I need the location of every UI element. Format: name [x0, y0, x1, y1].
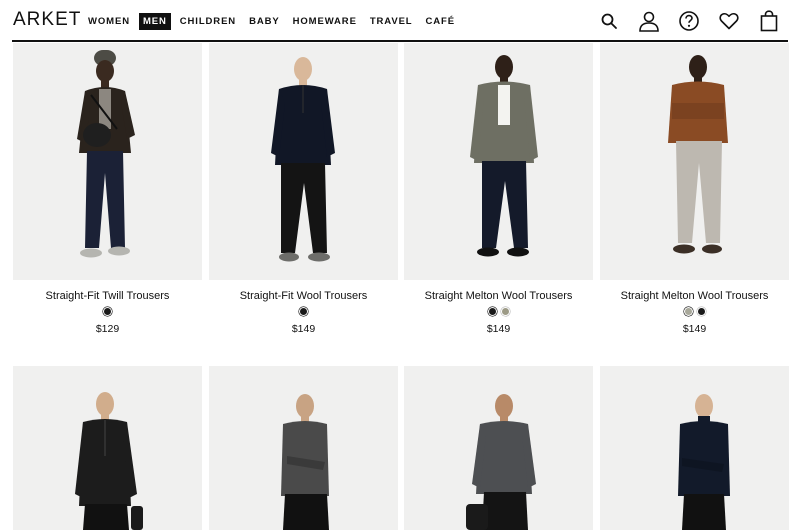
- product-image[interactable]: [600, 43, 789, 280]
- nav-item-women[interactable]: WOMEN: [84, 13, 134, 30]
- product-card[interactable]: [13, 366, 202, 530]
- product-image[interactable]: [13, 43, 202, 280]
- product-image[interactable]: [404, 43, 593, 280]
- brand-logo[interactable]: ARKET: [13, 9, 81, 31]
- color-swatch[interactable]: [684, 308, 692, 315]
- color-swatch[interactable]: [104, 308, 111, 315]
- help-icon[interactable]: [676, 8, 702, 34]
- product-price: $149: [682, 323, 707, 335]
- product-image[interactable]: [600, 366, 789, 530]
- product-image[interactable]: [209, 43, 398, 280]
- product-name[interactable]: Straight Melton Wool Trousers: [600, 290, 789, 302]
- color-swatch[interactable]: [488, 308, 496, 315]
- bag-icon[interactable]: [756, 8, 782, 34]
- header-divider: [12, 40, 788, 42]
- nav-item-men[interactable]: MEN: [138, 13, 171, 30]
- product-price: $129: [95, 323, 120, 335]
- product-image[interactable]: [13, 366, 202, 530]
- product-card[interactable]: Straight Melton Wool Trousers $149: [404, 43, 593, 335]
- color-swatches: [209, 308, 398, 316]
- site-header: ARKET WOMEN MEN CHILDREN BABY HOMEWARE T…: [0, 0, 800, 42]
- product-name[interactable]: Straight-Fit Wool Trousers: [209, 290, 398, 302]
- product-card[interactable]: Straight-Fit Wool Trousers $149: [209, 43, 398, 335]
- nav-item-baby[interactable]: BABY: [245, 13, 284, 30]
- product-card[interactable]: [600, 366, 789, 530]
- color-swatch[interactable]: [697, 308, 705, 315]
- product-price: $149: [486, 323, 511, 335]
- product-name[interactable]: Straight-Fit Twill Trousers: [13, 290, 202, 302]
- nav-item-travel[interactable]: TRAVEL: [366, 13, 417, 30]
- product-image[interactable]: [209, 366, 398, 530]
- product-card[interactable]: [209, 366, 398, 530]
- color-swatches: [404, 308, 593, 316]
- nav-item-cafe[interactable]: CAFÉ: [422, 13, 459, 30]
- main-nav: WOMEN MEN CHILDREN BABY HOMEWARE TRAVEL …: [84, 13, 464, 30]
- wishlist-icon[interactable]: [716, 8, 742, 34]
- product-price: $149: [291, 323, 316, 335]
- product-card[interactable]: Straight Melton Wool Trousers $149: [600, 43, 789, 335]
- product-image[interactable]: [404, 366, 593, 530]
- header-actions: [582, 8, 782, 34]
- product-name[interactable]: Straight Melton Wool Trousers: [404, 290, 593, 302]
- product-card[interactable]: [404, 366, 593, 530]
- product-card[interactable]: Straight-Fit Twill Trousers $129: [13, 43, 202, 335]
- color-swatch[interactable]: [300, 308, 307, 315]
- color-swatches: [13, 308, 202, 316]
- search-icon[interactable]: [596, 8, 622, 34]
- nav-item-homeware[interactable]: HOMEWARE: [289, 13, 361, 30]
- color-swatches: [600, 308, 789, 316]
- account-icon[interactable]: [636, 8, 662, 34]
- color-swatch[interactable]: [501, 308, 509, 315]
- nav-item-children[interactable]: CHILDREN: [176, 13, 240, 30]
